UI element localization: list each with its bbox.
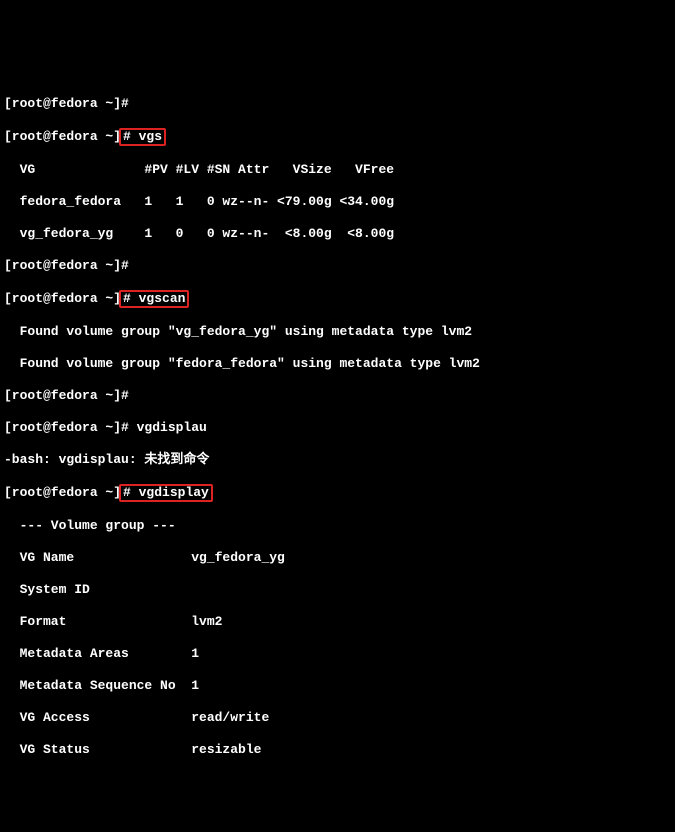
vg-sysid-1: System ID (4, 582, 675, 598)
prompt-line: [root@fedora ~]# (4, 258, 675, 274)
vg-format-1: Format lvm2 (4, 614, 675, 630)
highlight-vgs: # vgs (119, 128, 166, 146)
vgscan-out-1: Found volume group "vg_fedora_yg" using … (4, 324, 675, 340)
cmd-vgscan-line: [root@fedora ~]# vgscan (4, 290, 675, 308)
vg-status-1: VG Status resizable (4, 742, 675, 758)
vgs-row-1: fedora_fedora 1 1 0 wz--n- <79.00g <34.0… (4, 194, 675, 210)
cmd-vgs-line: [root@fedora ~]# vgs (4, 128, 675, 146)
prompt-fragment: [root@fedora ~] (4, 485, 121, 500)
error-line: -bash: vgdisplau: 未找到命令 (4, 452, 675, 468)
vgscan-out-2: Found volume group "fedora_fedora" using… (4, 356, 675, 372)
terminal-window[interactable]: { "lines":{ "l0":"[root@fedora ~]#", "l1… (0, 32, 675, 768)
vg-access-1: VG Access read/write (4, 710, 675, 726)
vg-mdareas-1: Metadata Areas 1 (4, 646, 675, 662)
highlight-vgscan: # vgscan (119, 290, 189, 308)
prompt-line: [root@fedora ~]# (4, 388, 675, 404)
vgs-header: VG #PV #LV #SN Attr VSize VFree (4, 162, 675, 178)
vg-name-1: VG Name vg_fedora_yg (4, 550, 675, 566)
prompt-line: [root@fedora ~]# (4, 96, 675, 112)
cmd-vgdisplay-line: [root@fedora ~]# vgdisplay (4, 484, 675, 502)
vgs-row-2: vg_fedora_yg 1 0 0 wz--n- <8.00g <8.00g (4, 226, 675, 242)
prompt-fragment: [root@fedora ~] (4, 291, 121, 306)
vg-header-1: --- Volume group --- (4, 518, 675, 534)
highlight-vgdisplay: # vgdisplay (119, 484, 213, 502)
cmd-typo-line: [root@fedora ~]# vgdisplau (4, 420, 675, 436)
vg-mdseq-1: Metadata Sequence No 1 (4, 678, 675, 694)
prompt-fragment: [root@fedora ~] (4, 129, 121, 144)
